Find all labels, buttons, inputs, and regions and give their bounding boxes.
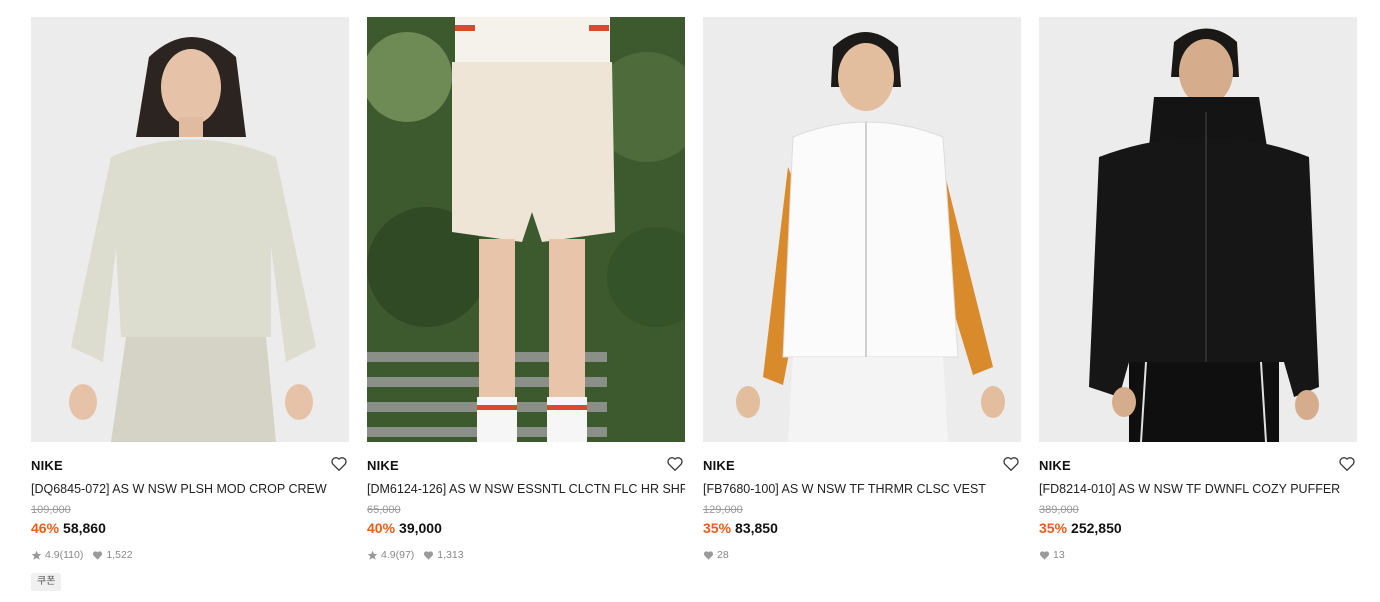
product-name[interactable]: [DQ6845-072] AS W NSW PLSH MOD CROP CREW xyxy=(31,481,349,497)
discount-rate: 35% xyxy=(1039,520,1068,536)
sale-price: 252,850 xyxy=(1071,520,1122,536)
wishlist-heart-icon[interactable] xyxy=(1338,455,1356,473)
wishlist-heart-icon[interactable] xyxy=(330,455,348,473)
brand-name: NIKE xyxy=(367,458,399,473)
product-card[interactable]: NIKE [DQ6845-072] AS W NSW PLSH MOD CROP… xyxy=(31,17,349,591)
coupon-badge: 쿠폰 xyxy=(31,573,62,591)
original-price: 65,000 xyxy=(367,504,401,516)
discount-rate: 40% xyxy=(367,520,396,536)
product-image[interactable] xyxy=(703,17,1021,442)
wishlist-heart-icon[interactable] xyxy=(666,455,684,473)
sale-price: 58,860 xyxy=(63,520,106,536)
woman-cream-sweatshirt-photo xyxy=(31,17,349,442)
original-price: 129,000 xyxy=(703,504,743,516)
product-grid: NIKE [DQ6845-072] AS W NSW PLSH MOD CROP… xyxy=(0,0,1380,602)
discount-rate: 35% xyxy=(703,520,732,536)
product-meta: 28 xyxy=(703,549,1021,562)
product-meta: 4.9 (97) 1,313 xyxy=(367,549,685,562)
product-image[interactable] xyxy=(31,17,349,442)
product-meta: 4.9 (110) 1,522 xyxy=(31,549,349,562)
like-count: 13 xyxy=(1053,549,1065,561)
review-count: (97) xyxy=(395,549,415,561)
product-meta: 13 xyxy=(1039,549,1357,562)
product-card[interactable]: NIKE [FB7680-100] AS W NSW TF THRMR CLSC… xyxy=(703,17,1021,562)
like-count: 1,522 xyxy=(106,549,133,561)
product-card[interactable]: NIKE [DM6124-126] AS W NSW ESSNTL CLCTN … xyxy=(367,17,685,562)
star-icon xyxy=(31,550,42,561)
star-icon xyxy=(367,550,378,561)
brand-name: NIKE xyxy=(1039,458,1071,473)
brand-name: NIKE xyxy=(703,458,735,473)
rating-value: 4.9 xyxy=(381,549,396,561)
product-name[interactable]: [FB7680-100] AS W NSW TF THRMR CLSC VEST xyxy=(703,481,1021,497)
original-price: 109,000 xyxy=(31,504,71,516)
product-image[interactable] xyxy=(367,17,685,442)
heart-icon xyxy=(423,550,434,561)
model-shorts-outdoor-photo xyxy=(367,17,685,442)
like-count: 1,313 xyxy=(437,549,464,561)
rating-value: 4.9 xyxy=(45,549,60,561)
product-image[interactable] xyxy=(1039,17,1357,442)
brand-name: NIKE xyxy=(31,458,63,473)
sale-price: 39,000 xyxy=(399,520,442,536)
wishlist-heart-icon[interactable] xyxy=(1002,455,1020,473)
review-count: (110) xyxy=(59,549,84,561)
product-card[interactable]: NIKE [FD8214-010] AS W NSW TF DWNFL COZY… xyxy=(1039,17,1357,562)
heart-icon xyxy=(1039,550,1050,561)
product-name[interactable]: [FD8214-010] AS W NSW TF DWNFL COZY PUFF… xyxy=(1039,481,1357,497)
sale-price: 83,850 xyxy=(735,520,778,536)
original-price: 389,000 xyxy=(1039,504,1079,516)
heart-icon xyxy=(703,550,714,561)
woman-black-puffer-jacket-photo xyxy=(1039,17,1357,442)
like-count: 28 xyxy=(717,549,729,561)
discount-rate: 46% xyxy=(31,520,60,536)
woman-white-puffer-vest-photo xyxy=(703,17,1021,442)
heart-icon xyxy=(92,550,103,561)
product-name[interactable]: [DM6124-126] AS W NSW ESSNTL CLCTN FLC H… xyxy=(367,481,685,497)
